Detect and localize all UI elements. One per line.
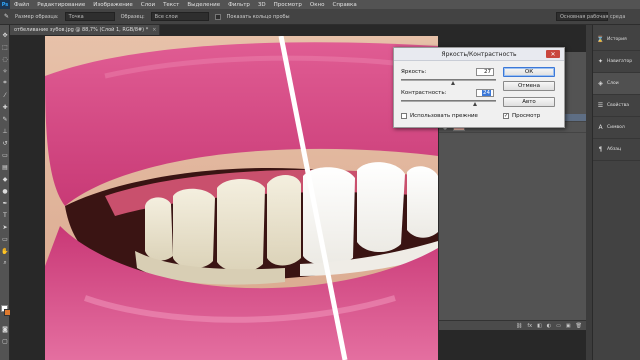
symbols-icon: A [598, 124, 603, 131]
brightness-slider[interactable] [401, 79, 496, 81]
hand-tool-icon[interactable]: ✋ [1, 247, 9, 255]
options-bar: ✎ Размер образца: Точка Образец: Все сло… [0, 9, 640, 25]
show-ring-checkbox[interactable] [214, 13, 221, 20]
magic-wand-tool-icon[interactable]: ✧ [1, 67, 9, 75]
menu-view[interactable]: Просмотр [270, 2, 306, 8]
paragraph-icon: ¶ [598, 146, 603, 153]
sample-select[interactable]: Все слои [150, 12, 209, 21]
sample-size-select[interactable]: Точка [64, 12, 115, 21]
quick-mask-icon[interactable]: ◙ [1, 325, 9, 333]
brightness-label: Яркость: [401, 69, 427, 75]
dock-navigator[interactable]: ✦ Навигатор [593, 51, 640, 73]
cancel-button[interactable]: Отмена [503, 81, 555, 91]
eyedropper-tool-icon[interactable]: ✎ [4, 13, 9, 20]
crop-tool-icon[interactable]: ⌗ [1, 79, 9, 87]
tools-panel: ✥ ⬚ ◌ ✧ ⌗ ⁄ ✚ ✎ ⊥ ↺ ▭ ▤ ◆ ● ✒ T ➤ ▭ ✋ ⌕ … [0, 25, 11, 360]
brightness-contrast-dialog: Яркость/Контрастность ✕ Яркость: 27 Конт… [393, 47, 565, 128]
shape-tool-icon[interactable]: ▭ [1, 235, 9, 243]
dodge-tool-icon[interactable]: ● [1, 187, 9, 195]
trash-icon[interactable]: 🗑 [576, 323, 582, 329]
clone-stamp-icon[interactable]: ⊥ [1, 127, 9, 135]
contrast-field[interactable]: 24 [476, 89, 494, 97]
link-layers-icon[interactable]: ⛓ [516, 323, 522, 329]
dock-paragraph[interactable]: ¶ Абзац [593, 139, 640, 161]
dock-properties[interactable]: ☰ Свойства [593, 95, 640, 117]
show-ring-label: Показать кольцо пробы [226, 13, 290, 20]
mask-icon[interactable]: ◧ [537, 323, 542, 329]
type-tool-icon[interactable]: T [1, 211, 9, 219]
use-legacy-checkbox[interactable] [401, 113, 407, 119]
workspace-select[interactable]: Основная рабочая среда [556, 12, 625, 21]
menu-file[interactable]: Файл [10, 2, 33, 8]
tooth [217, 179, 265, 273]
tooth [407, 166, 438, 238]
contrast-slider-thumb[interactable] [473, 102, 477, 106]
auto-button[interactable]: Авто [503, 97, 555, 107]
lasso-tool-icon[interactable]: ◌ [1, 55, 9, 63]
dialog-titlebar[interactable]: Яркость/Контрастность ✕ [394, 48, 564, 61]
fx-icon[interactable]: fx [527, 323, 532, 329]
menu-help[interactable]: Справка [328, 2, 360, 8]
use-legacy-label: Использовать прежние [410, 113, 478, 119]
menu-3d[interactable]: 3D [254, 2, 270, 8]
teeth-photo [45, 36, 438, 360]
dialog-close-button[interactable]: ✕ [546, 50, 560, 58]
document-title: отбеливание зубов.jpg @ 88,7% (Слой 1, R… [14, 27, 149, 33]
menu-edit[interactable]: Редактирование [33, 2, 89, 8]
blur-tool-icon[interactable]: ◆ [1, 175, 9, 183]
eyedropper-icon[interactable]: ⁄ [1, 91, 9, 99]
screen-mode-icon[interactable]: ▢ [1, 337, 9, 345]
sample-size-label: Размер образца: [15, 13, 59, 20]
brightness-slider-thumb[interactable] [451, 81, 455, 85]
properties-icon: ☰ [597, 102, 604, 109]
menu-image[interactable]: Изображение [89, 2, 137, 8]
navigator-icon: ✦ [597, 58, 604, 65]
right-dock: ⌛ История ✦ Навигатор ◈ Слои ☰ Свойства … [592, 25, 640, 360]
tooth [267, 175, 301, 266]
dialog-title: Яркость/Контрастность [441, 50, 517, 58]
history-brush-icon[interactable]: ↺ [1, 139, 9, 147]
menu-select[interactable]: Выделение [183, 2, 224, 8]
brush-tool-icon[interactable]: ✎ [1, 115, 9, 123]
tooth [357, 162, 405, 253]
history-icon: ⌛ [596, 36, 605, 43]
preview-checkbox[interactable]: ✓ [503, 113, 509, 119]
menu-bar: Ps Файл Редактирование Изображение Слои … [0, 0, 640, 9]
eraser-tool-icon[interactable]: ▭ [1, 151, 9, 159]
menu-layers[interactable]: Слои [137, 2, 159, 8]
menu-window[interactable]: Окно [306, 2, 329, 8]
brightness-field[interactable]: 27 [476, 68, 494, 76]
layers-icon: ◈ [598, 80, 603, 87]
dock-history[interactable]: ⌛ История [593, 29, 640, 51]
move-tool-icon[interactable]: ✥ [1, 31, 9, 39]
tooth [145, 197, 173, 261]
photoshop-logo: Ps [0, 0, 10, 9]
path-select-icon[interactable]: ➤ [1, 223, 9, 231]
zoom-tool-icon[interactable]: ⌕ [1, 259, 9, 267]
dock-symbol[interactable]: A Символ [593, 117, 640, 139]
pen-tool-icon[interactable]: ✒ [1, 199, 9, 207]
preview-label: Просмотр [512, 113, 541, 119]
close-document-icon[interactable]: × [152, 27, 156, 33]
menu-filter[interactable]: Фильтр [224, 2, 254, 8]
contrast-slider[interactable] [401, 100, 496, 102]
sample-label: Образец: [120, 13, 145, 20]
dock-layers[interactable]: ◈ Слои [593, 73, 640, 95]
layers-footer: ⛓ fx ◧ ◐ ▭ ▣ 🗑 [439, 320, 587, 330]
marquee-tool-icon[interactable]: ⬚ [1, 43, 9, 51]
healing-brush-icon[interactable]: ✚ [1, 103, 9, 111]
ok-button[interactable]: ОК [503, 67, 555, 77]
group-icon[interactable]: ▭ [556, 323, 561, 329]
adjustment-layer-icon[interactable]: ◐ [547, 323, 551, 329]
new-layer-icon[interactable]: ▣ [566, 323, 571, 329]
menu-type[interactable]: Текст [159, 2, 183, 8]
tooth [173, 188, 215, 269]
document-canvas[interactable] [45, 36, 438, 360]
gradient-tool-icon[interactable]: ▤ [1, 163, 9, 171]
contrast-label: Контрастность: [401, 90, 447, 96]
document-tab[interactable]: отбеливание зубов.jpg @ 88,7% (Слой 1, R… [10, 25, 160, 35]
